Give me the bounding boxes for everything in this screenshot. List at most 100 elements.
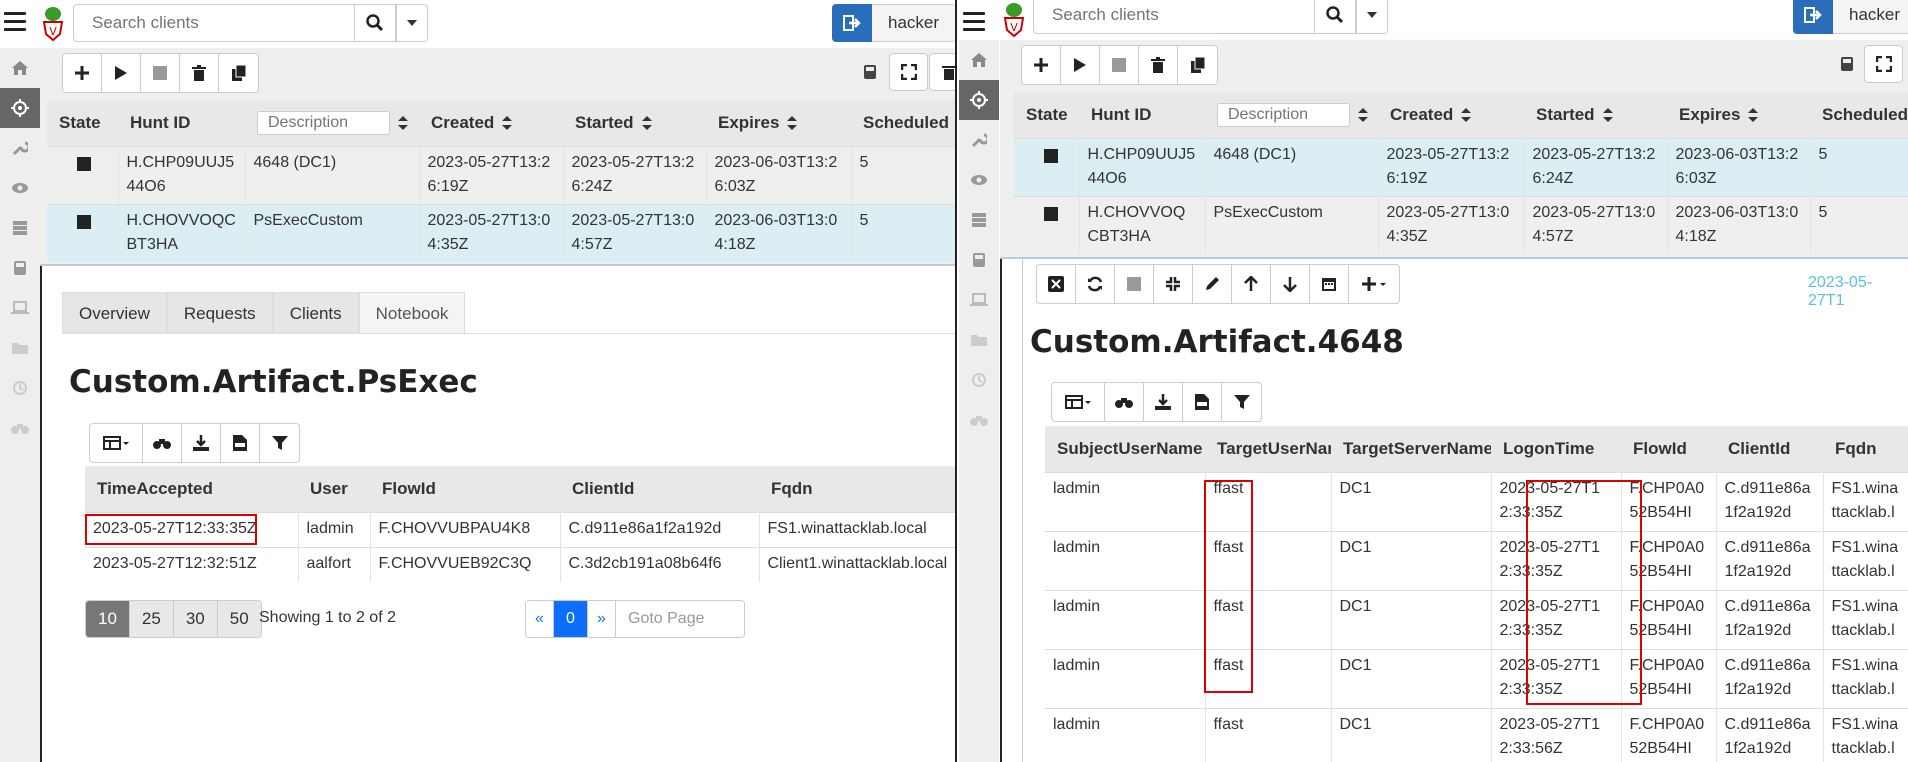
run-hunt-button[interactable] xyxy=(1061,46,1100,84)
collapse-button[interactable] xyxy=(1154,265,1193,303)
splitter-handle[interactable] xyxy=(1000,257,1908,259)
column-header-fqdn[interactable]: Fqdn xyxy=(759,466,955,512)
tab-notebook[interactable]: Notebook xyxy=(358,292,466,334)
column-header-user[interactable]: User xyxy=(298,466,370,512)
binoculars-icon[interactable] xyxy=(959,400,999,440)
tab-overview[interactable]: Overview xyxy=(62,292,167,334)
hamburger-menu-icon[interactable] xyxy=(4,12,26,32)
search-clients-input[interactable] xyxy=(73,4,355,42)
recalculate-button[interactable] xyxy=(1076,265,1115,303)
column-header-expires[interactable]: Expires xyxy=(1667,92,1810,138)
home-icon[interactable] xyxy=(0,48,40,88)
history-icon[interactable] xyxy=(959,360,999,400)
hunt-id-cell[interactable]: H.CHP09UUJ544O6 xyxy=(1079,137,1206,196)
hunt-row[interactable]: H.CHP09UUJ544O6 4648 (DC1) 2023-05-27T13… xyxy=(1014,137,1908,196)
column-header-hunt-id[interactable]: Hunt ID xyxy=(1079,92,1205,138)
eye-icon[interactable] xyxy=(0,168,40,208)
hunt-id-cell[interactable]: H.CHP09UUJ544O6 xyxy=(118,145,246,204)
column-header-scheduled[interactable]: Scheduled xyxy=(1810,92,1908,138)
move-up-button[interactable] xyxy=(1232,265,1271,303)
column-header-targetservername[interactable]: TargetServerName xyxy=(1331,426,1491,472)
sort-icon[interactable] xyxy=(1358,107,1368,122)
new-hunt-button[interactable] xyxy=(63,54,102,92)
server-icon[interactable] xyxy=(959,200,999,240)
column-selector-button[interactable] xyxy=(90,424,143,462)
tab-clients[interactable]: Clients xyxy=(272,292,359,334)
export-csv-button[interactable] xyxy=(1183,383,1222,421)
column-header-started[interactable]: Started xyxy=(1524,92,1667,138)
column-header-created[interactable]: Created xyxy=(1378,92,1524,138)
download-button[interactable] xyxy=(1144,383,1183,421)
column-header-hunt-id[interactable]: Hunt ID xyxy=(118,100,245,146)
timeline-button[interactable] xyxy=(1310,265,1349,303)
book-icon[interactable] xyxy=(0,248,40,288)
hunt-crosshair-icon[interactable] xyxy=(0,88,40,128)
goto-page-input[interactable]: Goto Page xyxy=(616,601,744,637)
close-cell-button[interactable] xyxy=(1037,265,1076,303)
description-filter-input[interactable] xyxy=(257,110,390,135)
hunt-row[interactable]: H.CHOVVOQCBT3HA PsExecCustom 2023-05-27T… xyxy=(47,203,955,262)
column-header-description[interactable] xyxy=(1205,92,1378,138)
column-header-scheduled[interactable]: Scheduled xyxy=(851,100,955,146)
export-csv-button[interactable] xyxy=(221,424,260,462)
laptop-icon[interactable] xyxy=(0,288,40,328)
book-icon[interactable] xyxy=(959,240,999,280)
copy-hunt-button[interactable] xyxy=(1178,46,1217,84)
search-dropdown-button[interactable] xyxy=(1356,0,1388,34)
current-page-button[interactable]: 0 xyxy=(554,601,588,637)
page-size-30[interactable]: 30 xyxy=(173,601,218,637)
hunt-row[interactable]: H.CHP09UUJ544O6 4648 (DC1) 2023-05-27T13… xyxy=(47,145,955,204)
add-cell-button[interactable] xyxy=(1349,265,1399,303)
column-header-description[interactable] xyxy=(245,100,419,146)
stop-button[interactable] xyxy=(1115,265,1154,303)
page-size-25[interactable]: 25 xyxy=(129,601,174,637)
column-header-clientid[interactable]: ClientId xyxy=(1716,426,1823,472)
column-header-state[interactable]: State xyxy=(47,100,118,146)
search-button[interactable] xyxy=(1314,0,1356,34)
column-header-subjectusername[interactable]: SubjectUserName xyxy=(1045,426,1205,472)
sort-icon[interactable] xyxy=(398,115,408,130)
notebook-icon[interactable] xyxy=(1827,45,1866,83)
folder-icon[interactable] xyxy=(959,320,999,360)
column-header-targetusername[interactable]: TargetUserName xyxy=(1205,426,1331,472)
column-header-logontime[interactable]: LogonTime xyxy=(1491,426,1621,472)
notebook-icon[interactable] xyxy=(850,53,889,91)
run-hunt-button[interactable] xyxy=(102,54,141,92)
page-size-50[interactable]: 50 xyxy=(217,601,261,637)
history-icon[interactable] xyxy=(0,368,40,408)
column-header-started[interactable]: Started xyxy=(563,100,706,146)
stop-hunt-button[interactable] xyxy=(141,54,180,92)
page-size-10[interactable]: 10 xyxy=(86,601,130,637)
user-menu-button[interactable]: hacker xyxy=(832,4,955,42)
column-header-flowid[interactable]: FlowId xyxy=(1621,426,1716,472)
home-icon[interactable] xyxy=(959,40,999,80)
search-clients-input[interactable] xyxy=(1033,0,1315,34)
wrench-icon[interactable] xyxy=(959,120,999,160)
column-header-state[interactable]: State xyxy=(1014,92,1079,138)
column-selector-button[interactable] xyxy=(1052,383,1105,421)
laptop-icon[interactable] xyxy=(959,280,999,320)
hunt-id-cell[interactable]: H.CHOVVOQCBT3HA xyxy=(118,203,246,262)
folder-icon[interactable] xyxy=(0,328,40,368)
delete-hunt-button[interactable] xyxy=(180,54,219,92)
column-header-created[interactable]: Created xyxy=(419,100,563,146)
move-down-button[interactable] xyxy=(1271,265,1310,303)
filter-button[interactable] xyxy=(1222,383,1261,421)
hamburger-menu-icon[interactable] xyxy=(963,12,985,32)
column-header-fqdn[interactable]: Fqdn xyxy=(1823,426,1908,472)
server-icon[interactable] xyxy=(0,208,40,248)
eye-icon[interactable] xyxy=(959,160,999,200)
column-header-expires[interactable]: Expires xyxy=(706,100,851,146)
column-header-clientid[interactable]: ClientId xyxy=(560,466,759,512)
search-results-button[interactable] xyxy=(1105,383,1144,421)
prev-page-button[interactable]: « xyxy=(526,601,554,637)
hunt-crosshair-icon[interactable] xyxy=(959,80,999,120)
fullscreen-button[interactable] xyxy=(889,53,928,91)
splitter-handle[interactable] xyxy=(40,264,955,266)
edit-cell-button[interactable] xyxy=(1193,265,1232,303)
hunt-row[interactable]: H.CHOVVOQCBT3HA PsExecCustom 2023-05-27T… xyxy=(1014,195,1908,254)
column-header-flowid[interactable]: FlowId xyxy=(370,466,560,512)
wrench-icon[interactable] xyxy=(0,128,40,168)
next-page-button[interactable]: » xyxy=(588,601,616,637)
filter-button[interactable] xyxy=(260,424,299,462)
